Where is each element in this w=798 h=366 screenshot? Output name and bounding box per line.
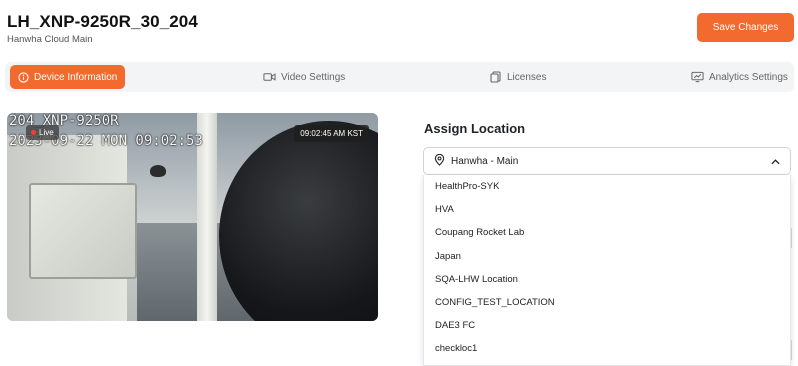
scene-panel bbox=[29, 183, 137, 279]
page-subtitle: Hanwha Cloud Main bbox=[7, 34, 93, 45]
location-option[interactable]: DAE3 FC bbox=[424, 314, 790, 337]
location-option[interactable]: checkloc1 bbox=[424, 337, 790, 360]
location-option[interactable]: CONFIG_TEST_LOCATION bbox=[424, 291, 790, 314]
location-pin-icon bbox=[434, 153, 445, 169]
tab-video-settings[interactable]: Video Settings bbox=[263, 65, 345, 89]
assign-location-title: Assign Location bbox=[424, 121, 526, 136]
scene-dome-camera bbox=[219, 121, 378, 321]
live-label: Live bbox=[39, 128, 54, 137]
license-icon bbox=[490, 71, 502, 83]
location-option[interactable]: HVA bbox=[424, 198, 790, 221]
live-video-feed[interactable]: 204_XNP-9250R 2023-09-22 MON 09:02:53 Li… bbox=[7, 113, 378, 321]
tab-label: Licenses bbox=[507, 71, 547, 83]
tab-analytics-settings[interactable]: Analytics Settings bbox=[691, 65, 788, 89]
selected-location: Hanwha - Main bbox=[451, 155, 519, 167]
location-option[interactable]: SQA-LHW Location bbox=[424, 268, 790, 291]
video-icon bbox=[263, 72, 276, 82]
analytics-icon bbox=[691, 71, 704, 83]
tab-label: Analytics Settings bbox=[709, 71, 788, 83]
live-badge: Live bbox=[26, 125, 59, 140]
tab-label: Device Information bbox=[34, 71, 118, 83]
save-changes-button[interactable]: Save Changes bbox=[697, 13, 794, 42]
location-select[interactable]: Hanwha - Main bbox=[423, 147, 791, 175]
location-option[interactable]: Coupang Rocket Lab bbox=[424, 221, 790, 244]
tab-bar: Device Information Video Settings Licens… bbox=[5, 62, 794, 92]
tab-device-information[interactable]: Device Information bbox=[10, 65, 126, 89]
tab-label: Video Settings bbox=[281, 71, 346, 83]
location-option[interactable]: HealthPro-SYK bbox=[424, 175, 790, 198]
location-dropdown-list: HealthPro-SYK HVA Coupang Rocket Lab Jap… bbox=[423, 175, 791, 366]
location-option[interactable]: Japan bbox=[424, 245, 790, 268]
page-title: LH_XNP-9250R_30_204 bbox=[7, 12, 198, 31]
live-dot-icon bbox=[31, 130, 36, 135]
tab-licenses[interactable]: Licenses bbox=[490, 65, 546, 89]
scene-ceiling-camera bbox=[150, 165, 166, 177]
info-icon bbox=[18, 71, 29, 83]
chevron-up-icon[interactable] bbox=[771, 157, 780, 168]
timestamp-badge: 09:02:45 AM KST bbox=[294, 125, 369, 142]
